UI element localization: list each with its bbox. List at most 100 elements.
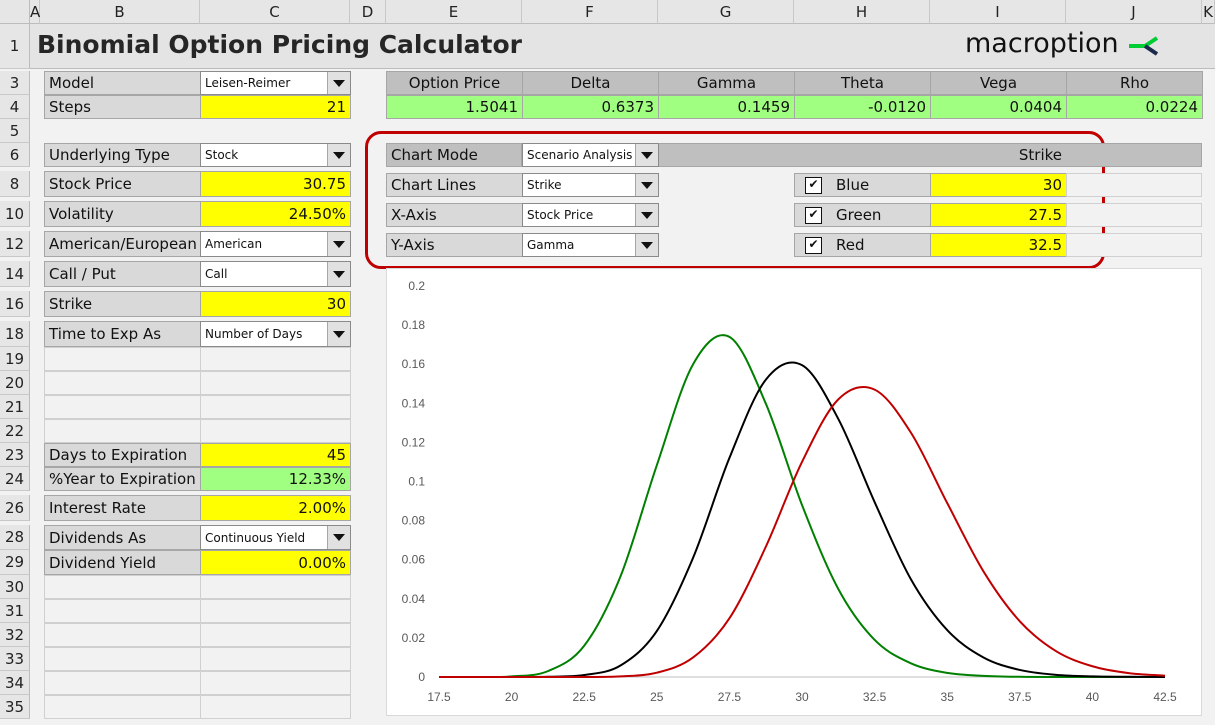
select-all-corner[interactable]	[0, 0, 30, 24]
empty-cell[interactable]	[200, 347, 351, 371]
empty-cell[interactable]	[200, 371, 351, 395]
row-header-12[interactable]: 12	[0, 231, 30, 257]
row-header-33[interactable]: 33	[0, 647, 30, 671]
green-strike-input[interactable]: 27.5	[930, 203, 1067, 227]
theta-header: Theta	[794, 71, 931, 95]
empty-cell[interactable]	[44, 371, 201, 395]
row-header-3[interactable]: 3	[0, 71, 30, 95]
dropdown-arrow-button[interactable]	[327, 322, 350, 346]
strike-input[interactable]: 30	[200, 291, 351, 317]
dropdown-arrow-button[interactable]	[327, 72, 350, 94]
chart-mode-dropdown[interactable]: Scenario Analysis	[522, 143, 659, 167]
row-header-26[interactable]: 26	[0, 495, 30, 521]
empty-cell[interactable]	[44, 575, 201, 599]
row-header-24[interactable]: 24	[0, 467, 30, 491]
underlying-type-dropdown[interactable]: Stock	[200, 143, 351, 167]
chevron-down-icon	[333, 240, 345, 248]
chart-area[interactable]: 17.5 20 22.5 25 27.5 30 32.5 35 37.5 40 42.5 0 0.02 0…	[386, 268, 1202, 716]
blue-strike-input[interactable]: 30	[930, 173, 1067, 197]
chart-lines-dropdown[interactable]: Strike	[522, 173, 659, 197]
stock-price-input[interactable]: 30.75	[200, 171, 351, 197]
green-line-checkbox[interactable]: ✔	[805, 206, 822, 224]
y-axis-dropdown[interactable]: Gamma	[522, 233, 659, 257]
column-header-G[interactable]: G	[658, 0, 794, 24]
row-header-5[interactable]: 5	[0, 119, 30, 143]
interest-rate-input[interactable]: 2.00%	[200, 495, 351, 521]
row-header-29[interactable]: 29	[0, 550, 30, 575]
column-header-A[interactable]: A	[30, 0, 40, 24]
row-header-28[interactable]: 28	[0, 525, 30, 550]
column-header-J[interactable]: J	[1066, 0, 1202, 24]
column-header-I[interactable]: I	[930, 0, 1066, 24]
x-axis-dropdown[interactable]: Stock Price	[522, 203, 659, 227]
dropdown-arrow-button[interactable]	[635, 144, 658, 166]
row-header-34[interactable]: 34	[0, 671, 30, 695]
dropdown-arrow-button[interactable]	[327, 144, 350, 166]
row-header-22[interactable]: 22	[0, 419, 30, 443]
column-header-E[interactable]: E	[386, 0, 522, 24]
dropdown-arrow-button[interactable]	[327, 232, 350, 256]
empty-cell[interactable]	[200, 671, 351, 695]
empty-cell[interactable]	[1066, 233, 1202, 257]
empty-cell[interactable]	[44, 419, 201, 443]
empty-cell[interactable]	[1066, 203, 1202, 227]
row-header-20[interactable]: 20	[0, 371, 30, 395]
empty-cell[interactable]	[200, 419, 351, 443]
empty-cell[interactable]	[44, 647, 201, 671]
time-to-exp-as-dropdown[interactable]: Number of Days	[200, 321, 351, 347]
row-header-4[interactable]: 4	[0, 95, 30, 119]
dropdown-arrow-button[interactable]	[327, 262, 350, 286]
dropdown-arrow-button[interactable]	[635, 234, 658, 256]
dropdown-arrow-button[interactable]	[327, 526, 350, 549]
row-header-1[interactable]: 1	[0, 24, 30, 69]
dropdown-arrow-button[interactable]	[635, 174, 658, 196]
empty-cell[interactable]	[200, 647, 351, 671]
y-tick-label: 0.04	[402, 592, 426, 606]
row-header-16[interactable]: 16	[0, 291, 30, 317]
empty-cell[interactable]	[200, 575, 351, 599]
column-header-B[interactable]: B	[40, 0, 200, 24]
column-header-C[interactable]: C	[200, 0, 350, 24]
days-to-expiration-input[interactable]: 45	[200, 443, 351, 467]
empty-cell[interactable]	[44, 623, 201, 647]
volatility-input[interactable]: 24.50%	[200, 201, 351, 227]
empty-cell[interactable]	[44, 695, 201, 719]
model-dropdown[interactable]: Leisen-Reimer	[200, 71, 351, 95]
chevron-down-icon	[641, 151, 653, 159]
row-header-21[interactable]: 21	[0, 395, 30, 419]
dropdown-arrow-button[interactable]	[635, 204, 658, 226]
row-header-23[interactable]: 23	[0, 443, 30, 467]
red-line-checkbox[interactable]: ✔	[805, 236, 822, 254]
row-header-6[interactable]: 6	[0, 143, 30, 167]
empty-cell[interactable]	[200, 599, 351, 623]
x-tick-label: 30	[795, 690, 809, 704]
empty-cell[interactable]	[44, 347, 201, 371]
red-strike-input[interactable]: 32.5	[930, 233, 1067, 257]
row-header-14[interactable]: 14	[0, 261, 30, 287]
row-header-32[interactable]: 32	[0, 623, 30, 647]
column-header-D[interactable]: D	[350, 0, 386, 24]
row-header-8[interactable]: 8	[0, 171, 30, 197]
empty-cell[interactable]	[44, 395, 201, 419]
empty-cell[interactable]	[44, 671, 201, 695]
row-header-19[interactable]: 19	[0, 347, 30, 371]
blue-line-checkbox[interactable]: ✔	[805, 176, 822, 194]
steps-input[interactable]: 21	[200, 95, 351, 119]
row-header-10[interactable]: 10	[0, 201, 30, 227]
empty-cell[interactable]	[200, 623, 351, 647]
empty-cell[interactable]	[200, 395, 351, 419]
empty-cell[interactable]	[200, 695, 351, 719]
american-european-dropdown[interactable]: American	[200, 231, 351, 257]
row-header-35[interactable]: 35	[0, 695, 30, 719]
call-put-dropdown[interactable]: Call	[200, 261, 351, 287]
dividends-as-dropdown[interactable]: Continuous Yield	[200, 525, 351, 550]
row-header-30[interactable]: 30	[0, 575, 30, 599]
empty-cell[interactable]	[1066, 173, 1202, 197]
row-header-18[interactable]: 18	[0, 321, 30, 347]
column-header-H[interactable]: H	[794, 0, 930, 24]
dividend-yield-input[interactable]: 0.00%	[200, 550, 351, 575]
column-header-F[interactable]: F	[522, 0, 658, 24]
empty-cell[interactable]	[44, 599, 201, 623]
row-header-31[interactable]: 31	[0, 599, 30, 623]
column-header-K[interactable]: K	[1202, 0, 1215, 24]
